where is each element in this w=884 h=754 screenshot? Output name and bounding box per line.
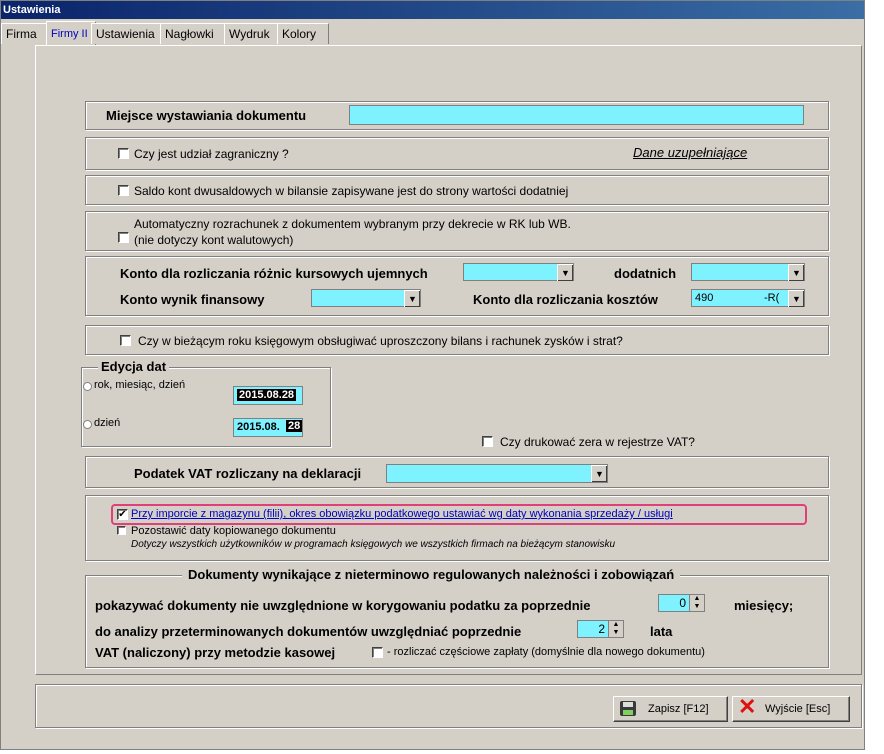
exit-button[interactable]: ✕ Wyjście [Esc] <box>732 694 850 722</box>
settings-window: Ustawienia Firma Firmy II Ustawienia Nag… <box>0 0 865 750</box>
place-input[interactable] <box>349 105 804 125</box>
vat-cash-label: VAT (naliczony) przy metodzie kasowej <box>95 645 336 660</box>
tab-firma[interactable]: Firma <box>1 23 51 44</box>
date-day-value: 28 <box>286 420 303 432</box>
foreign-group: Czy jest udział zagraniczny ? Dane uzupe… <box>85 137 829 170</box>
simplified-group: Czy w bieżącym roku księgowym obsługiwać… <box>85 325 829 355</box>
overdue-years-value: 2 <box>598 622 605 636</box>
stepper-arrows-icon[interactable]: ▲ ▼ <box>608 621 623 637</box>
costs-account-value: 490 <box>695 292 714 304</box>
result-account-select[interactable]: ▼ <box>311 289 421 307</box>
date-day-prefix: 2015.08. <box>237 421 280 433</box>
place-group: Miejsce wystawiania dokumentu <box>85 101 829 130</box>
overdue-years-unit: lata <box>650 624 673 639</box>
overdue-show-label: pokazywać dokumenty nie uwzględnione w k… <box>95 598 591 613</box>
overdue-analysis-label: do analizy przeterminowanych dokumentów … <box>95 624 522 639</box>
import-label: Przy imporcie z magazynu (filii), okres … <box>131 508 673 520</box>
auto-settle-label-1: Automatyczny rozrachunek z dokumentem wy… <box>134 217 571 231</box>
tab-naglowki[interactable]: Nagłowki <box>160 23 229 44</box>
negative-diff-select[interactable]: ▼ <box>463 263 574 281</box>
overdue-months-stepper[interactable]: 0 ▲ ▼ <box>658 594 705 612</box>
overdue-months-value: 0 <box>679 596 686 610</box>
foreign-label: Czy jest udział zagraniczny ? <box>134 147 289 161</box>
costs-account-label: Konto dla rozliczania kosztów <box>473 292 658 307</box>
result-account-label: Konto wynik finansowy <box>120 292 265 307</box>
overdue-title: Dokumenty wynikające z nieterminowo regu… <box>182 567 681 582</box>
keep-dates-note: Dotyczy wszystkich użytkowników w progra… <box>131 539 616 550</box>
date-full-field[interactable]: 2015.08.28 <box>233 386 303 405</box>
accounts-group: Konto dla rozliczania różnic kursowych u… <box>85 256 829 316</box>
date-edit-title: Edycja dat <box>98 359 170 374</box>
keep-dates-checkbox[interactable] <box>117 526 126 535</box>
close-icon: ✕ <box>738 694 757 719</box>
vat-cash-option: - rozliczać częściowe zapłaty (domyślnie… <box>387 646 705 658</box>
auto-settle-checkbox[interactable] <box>118 232 129 243</box>
saldo-group: Saldo kont dwusaldowych w bilansie zapis… <box>85 175 829 205</box>
additional-data-link[interactable]: Dane uzupełniające <box>633 145 747 160</box>
positive-diff-select[interactable]: ▼ <box>691 263 805 281</box>
chevron-down-icon[interactable]: ▼ <box>557 264 573 281</box>
costs-account-suffix: -R( <box>764 292 780 304</box>
print-zeros-label: Czy drukować zera w rejestrze VAT? <box>500 435 695 449</box>
negative-diff-label: Konto dla rozliczania różnic kursowych u… <box>120 266 428 281</box>
vat-declaration-label: Podatek VAT rozliczany na deklaracji <box>134 466 362 481</box>
stepper-arrows-icon[interactable]: ▲ ▼ <box>689 595 704 611</box>
print-zeros-checkbox[interactable] <box>482 436 493 447</box>
window-title: Ustawienia <box>1 1 864 19</box>
chevron-down-icon[interactable]: ▼ <box>591 465 607 482</box>
chevron-down-icon[interactable]: ▼ <box>788 264 804 281</box>
date-full-value: 2015.08.28 <box>237 389 297 401</box>
date-format-full-label: rok, miesiąc, dzień <box>94 379 186 391</box>
positive-diff-label: dodatnich <box>614 266 677 281</box>
auto-settle-group: Automatyczny rozrachunek z dokumentem wy… <box>85 211 829 251</box>
chevron-down-icon[interactable]: ▼ <box>788 290 804 307</box>
auto-settle-label-2: (nie dotyczy kont walutowych) <box>134 233 294 247</box>
date-format-day-label: dzień <box>94 417 121 429</box>
save-button[interactable]: Zapisz [F12] <box>613 696 728 722</box>
simplified-checkbox[interactable] <box>120 335 131 346</box>
date-format-full-radio[interactable] <box>83 382 92 391</box>
simplified-label: Czy w bieżącym roku księgowym obsługiwać… <box>138 334 623 348</box>
save-button-label: Zapisz [F12] <box>648 703 709 715</box>
saldo-label: Saldo kont dwusaldowych w bilansie zapis… <box>134 184 569 198</box>
saldo-checkbox[interactable] <box>118 185 129 196</box>
vat-declaration-select[interactable]: ▼ <box>386 464 608 483</box>
chevron-down-icon[interactable]: ▼ <box>404 290 420 307</box>
foreign-checkbox[interactable] <box>118 148 129 159</box>
place-label: Miejsce wystawiania dokumentu <box>106 108 307 123</box>
tab-firmy-ii[interactable]: Firmy II <box>46 21 96 46</box>
overdue-months-unit: miesięcy; <box>734 598 794 613</box>
vat-cash-checkbox[interactable] <box>372 647 383 658</box>
exit-button-label: Wyjście [Esc] <box>765 703 831 715</box>
overdue-years-stepper[interactable]: 2 ▲ ▼ <box>577 620 624 638</box>
floppy-disk-icon <box>620 701 636 716</box>
tab-ustawienia[interactable]: Ustawienia <box>91 23 165 44</box>
keep-dates-label: Pozostawić daty kopiowanego dokumentu <box>131 525 336 537</box>
date-day-field[interactable]: 2015.08. 28 <box>233 418 303 437</box>
date-edit-group: Edycja dat rok, miesiąc, dzień 2015.08.2… <box>81 359 331 447</box>
costs-account-select[interactable]: 490 -R( ▼ <box>691 289 805 307</box>
tab-wydruk[interactable]: Wydruk <box>224 23 282 44</box>
tab-kolory[interactable]: Kolory <box>277 23 329 44</box>
vat-declaration-group: Podatek VAT rozliczany na deklaracji ▼ <box>85 456 829 488</box>
date-format-day-radio[interactable] <box>83 420 92 429</box>
import-checkbox[interactable]: ✔ <box>117 509 128 520</box>
